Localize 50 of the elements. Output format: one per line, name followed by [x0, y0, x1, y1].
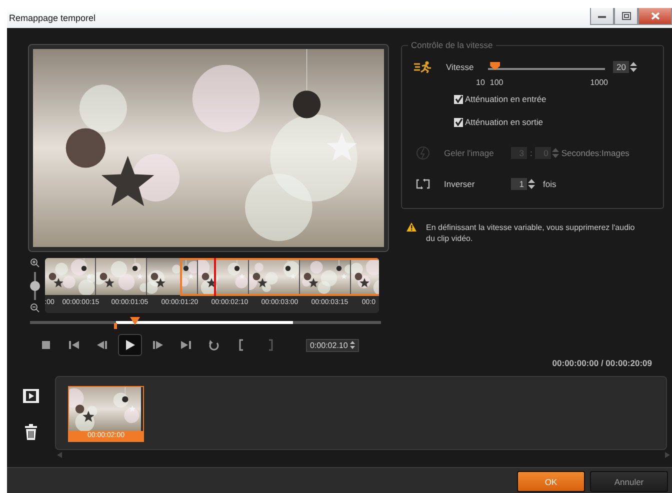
add-video-icon[interactable]: [23, 388, 39, 404]
cancel-button[interactable]: Annuler: [590, 471, 668, 492]
warning-icon: [406, 222, 417, 232]
repeat-icon: [207, 338, 221, 352]
running-figure-icon: [414, 61, 432, 73]
freeze-label: Geler l'image: [444, 148, 495, 158]
skip-to-end-icon: [179, 338, 193, 352]
unit-label: fois: [543, 179, 556, 189]
stop-icon: [39, 338, 53, 352]
tick-label: 1000: [590, 78, 608, 87]
window-title: Remappage temporel: [8, 13, 96, 23]
tick-label: 100: [490, 78, 504, 87]
reverse-label: Inverser: [444, 179, 476, 189]
next-frame-icon: [151, 338, 165, 352]
minimize-icon: [598, 14, 606, 18]
slider-thumb[interactable]: [30, 280, 40, 290]
separator: :: [530, 148, 532, 158]
checkbox-label: Atténuation en sortie: [465, 117, 543, 127]
slider-thumb[interactable]: [490, 62, 500, 70]
group-title: Contrôle de la vitesse: [408, 40, 496, 50]
time-readout: 00:00:00:00 / 00:00:20:09: [552, 358, 652, 368]
maximize-button[interactable]: [614, 8, 638, 25]
spinner-arrows-icon[interactable]: [350, 341, 355, 349]
speed-label: Vitesse: [446, 62, 475, 72]
zoom-in-icon[interactable]: [30, 258, 40, 268]
ok-button[interactable]: OK: [517, 471, 585, 492]
play-button[interactable]: [118, 334, 142, 356]
checkbox-label: Atténuation en entrée: [465, 94, 546, 104]
warning-text: En définissant la vitesse variable, vous supprimerez l'audio du clip vidéo.: [426, 222, 636, 244]
unit-label: Secondes:Images: [561, 148, 630, 158]
zoom-out-icon[interactable]: [30, 303, 40, 313]
play-icon: [123, 338, 137, 352]
spinner-arrows-icon[interactable]: [528, 178, 535, 190]
skip-to-start-icon: [67, 338, 81, 352]
tick-label: 10: [476, 78, 485, 87]
reverse-arrows-icon: [416, 179, 430, 189]
time-field[interactable]: 0:00:02.10: [306, 338, 359, 352]
trash-icon[interactable]: [25, 424, 37, 440]
minimize-button[interactable]: [590, 8, 614, 25]
close-icon: [650, 12, 660, 20]
lightning-icon: [416, 146, 430, 160]
previous-frame-icon: [95, 338, 109, 352]
spinner-arrows-icon[interactable]: [630, 61, 637, 73]
close-button[interactable]: [638, 8, 672, 25]
playhead[interactable]: [214, 258, 216, 296]
scrubber-thumb[interactable]: [130, 317, 140, 325]
scrubber[interactable]: [30, 317, 381, 329]
restore-icon: [622, 12, 630, 20]
checkbox[interactable]: [454, 118, 463, 126]
checkbox[interactable]: [454, 94, 463, 104]
